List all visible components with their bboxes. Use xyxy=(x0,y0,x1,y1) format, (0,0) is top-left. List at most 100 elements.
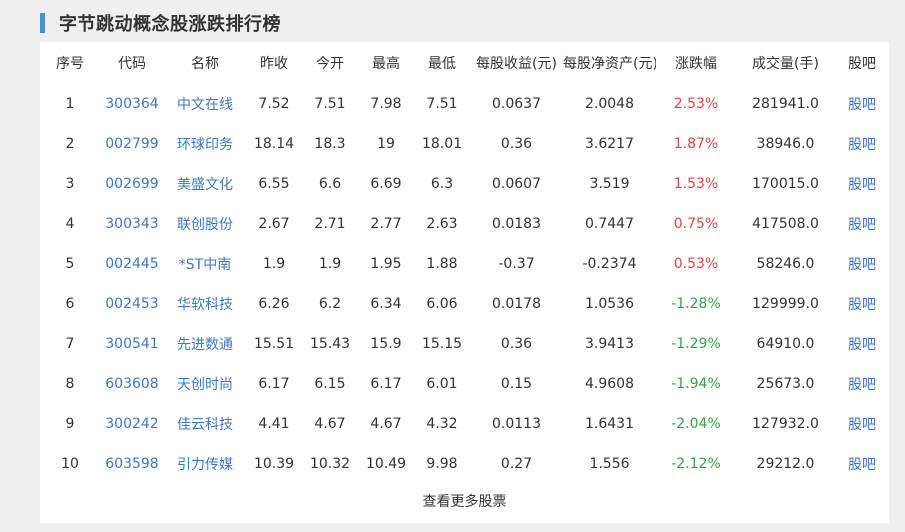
change-percent: -1.28% xyxy=(671,296,721,312)
open-price: 18.3 xyxy=(314,136,346,152)
column-header: 最高 xyxy=(372,56,400,72)
change-percent: 0.53% xyxy=(673,256,719,272)
section-header: 字节跳动概念股涨跌排行榜 xyxy=(40,11,281,35)
stock-forum-link[interactable]: 股吧 xyxy=(835,284,889,324)
stock-code-link[interactable]: 002699 xyxy=(100,164,164,204)
earnings-per-share: 0.15 xyxy=(500,376,533,392)
prev-close: 1.9 xyxy=(262,256,286,272)
low-price: 1.88 xyxy=(426,256,458,272)
earnings-per-share: 0.0607 xyxy=(492,176,541,192)
stock-forum-link[interactable]: 股吧 xyxy=(835,444,889,484)
open-price: 2.71 xyxy=(314,216,346,232)
change-percent: -2.12% xyxy=(671,456,721,472)
stock-code-link[interactable]: 300343 xyxy=(100,204,164,244)
low-price: 4.32 xyxy=(426,416,458,432)
earnings-per-share: 0.0183 xyxy=(492,216,541,232)
stock-name-link[interactable]: 美盛文化 xyxy=(164,164,246,204)
table-row: 4 300343 联创股份 2.67 2.71 2.77 2.63 0.0183 0.7447 0… xyxy=(40,204,889,244)
stock-code-link[interactable]: 300364 xyxy=(100,84,164,124)
earnings-per-share: 0.36 xyxy=(500,336,533,352)
table-row: 8 603608 天创时尚 6.17 6.15 6.17 6.01 0.15 4.9608 -1.… xyxy=(40,364,889,404)
row-number: 10 xyxy=(61,456,79,472)
row-number: 6 xyxy=(65,296,75,312)
prev-close: 7.52 xyxy=(258,96,290,112)
net-assets-per-share: 1.556 xyxy=(589,456,630,472)
stock-code-link[interactable]: 002453 xyxy=(100,284,164,324)
volume: 38946.0 xyxy=(756,136,815,152)
stock-forum-link[interactable]: 股吧 xyxy=(835,244,889,284)
stock-name-link[interactable]: 联创股份 xyxy=(164,204,246,244)
earnings-per-share: 0.0637 xyxy=(492,96,541,112)
change-percent: -2.04% xyxy=(671,416,721,432)
table-row: 1 300364 中文在线 7.52 7.51 7.98 7.51 0.0637 2.0048 2… xyxy=(40,84,889,124)
prev-close: 6.26 xyxy=(258,296,290,312)
prev-close: 4.41 xyxy=(258,416,290,432)
low-price: 6.01 xyxy=(426,376,458,392)
high-price: 2.77 xyxy=(370,216,402,232)
stock-forum-link[interactable]: 股吧 xyxy=(835,324,889,364)
volume: 127932.0 xyxy=(752,416,819,432)
stock-forum-link[interactable]: 股吧 xyxy=(835,364,889,404)
stock-name-link[interactable]: *ST中南 xyxy=(164,244,246,284)
view-more-stocks-link[interactable]: 查看更多股票 xyxy=(40,491,889,511)
column-header: 涨跌幅 xyxy=(675,56,717,72)
stock-name-link[interactable]: 华软科技 xyxy=(164,284,246,324)
net-assets-per-share: 3.9413 xyxy=(585,336,634,352)
table-body: 1 300364 中文在线 7.52 7.51 7.98 7.51 0.0637 2.0048 2… xyxy=(40,84,889,484)
high-price: 15.9 xyxy=(370,336,402,352)
open-price: 4.67 xyxy=(314,416,346,432)
stock-forum-link[interactable]: 股吧 xyxy=(835,404,889,444)
change-percent: -1.29% xyxy=(671,336,721,352)
header-row: 序号 代码 名称 昨收 今开 最高 最低 每股收益(元) 每股净资产(元) 涨跌幅 成交量(手) 股吧 xyxy=(40,42,889,84)
ranking-panel: 序号 代码 名称 昨收 今开 最高 最低 每股收益(元) 每股净资产(元) 涨跌幅 成交量(手) 股吧… xyxy=(40,42,889,523)
stock-forum-link[interactable]: 股吧 xyxy=(835,204,889,244)
stock-code-link[interactable]: 002799 xyxy=(100,124,164,164)
stock-code-link[interactable]: 300541 xyxy=(100,324,164,364)
high-price: 10.49 xyxy=(365,456,407,472)
stock-forum-link[interactable]: 股吧 xyxy=(835,84,889,124)
column-header: 名称 xyxy=(191,56,219,72)
volume: 29212.0 xyxy=(756,456,815,472)
low-price: 7.51 xyxy=(426,96,458,112)
stock-code-link[interactable]: 300242 xyxy=(100,404,164,444)
high-price: 19 xyxy=(377,136,395,152)
net-assets-per-share: -0.2374 xyxy=(582,256,637,272)
row-number: 8 xyxy=(65,376,75,392)
stock-forum-link[interactable]: 股吧 xyxy=(835,164,889,204)
volume: 170015.0 xyxy=(752,176,819,192)
change-percent: -1.94% xyxy=(671,376,721,392)
row-number: 2 xyxy=(65,136,75,152)
stock-name-link[interactable]: 环球印务 xyxy=(164,124,246,164)
stock-forum-link[interactable]: 股吧 xyxy=(835,124,889,164)
stock-name-link[interactable]: 引力传媒 xyxy=(164,444,246,484)
change-percent: 0.75% xyxy=(673,216,719,232)
low-price: 9.98 xyxy=(426,456,458,472)
volume: 25673.0 xyxy=(756,376,815,392)
prev-close: 6.17 xyxy=(258,376,290,392)
row-number: 3 xyxy=(65,176,75,192)
net-assets-per-share: 2.0048 xyxy=(585,96,634,112)
open-price: 6.15 xyxy=(314,376,346,392)
high-price: 6.34 xyxy=(370,296,402,312)
change-percent: 2.53% xyxy=(673,96,719,112)
change-percent: 1.53% xyxy=(673,176,719,192)
prev-close: 18.14 xyxy=(253,136,295,152)
stock-name-link[interactable]: 先进数通 xyxy=(164,324,246,364)
volume: 64910.0 xyxy=(756,336,815,352)
table-row: 6 002453 华软科技 6.26 6.2 6.34 6.06 0.0178 1.0536 -1… xyxy=(40,284,889,324)
net-assets-per-share: 3.519 xyxy=(589,176,630,192)
open-price: 6.2 xyxy=(318,296,342,312)
stock-name-link[interactable]: 佳云科技 xyxy=(164,404,246,444)
open-price: 10.32 xyxy=(309,456,351,472)
stock-name-link[interactable]: 中文在线 xyxy=(164,84,246,124)
stock-name-link[interactable]: 天创时尚 xyxy=(164,364,246,404)
stock-code-link[interactable]: 603608 xyxy=(100,364,164,404)
stock-code-link[interactable]: 002445 xyxy=(100,244,164,284)
column-header: 每股收益(元) xyxy=(476,56,557,72)
page: 字节跳动概念股涨跌排行榜 序号 代码 名称 昨收 今开 最高 最低 每股收益(元) 每股净资产(… xyxy=(0,0,905,532)
net-assets-per-share: 1.6431 xyxy=(585,416,634,432)
earnings-per-share: 0.36 xyxy=(500,136,533,152)
stock-code-link[interactable]: 603598 xyxy=(100,444,164,484)
open-price: 7.51 xyxy=(314,96,346,112)
volume: 58246.0 xyxy=(756,256,815,272)
